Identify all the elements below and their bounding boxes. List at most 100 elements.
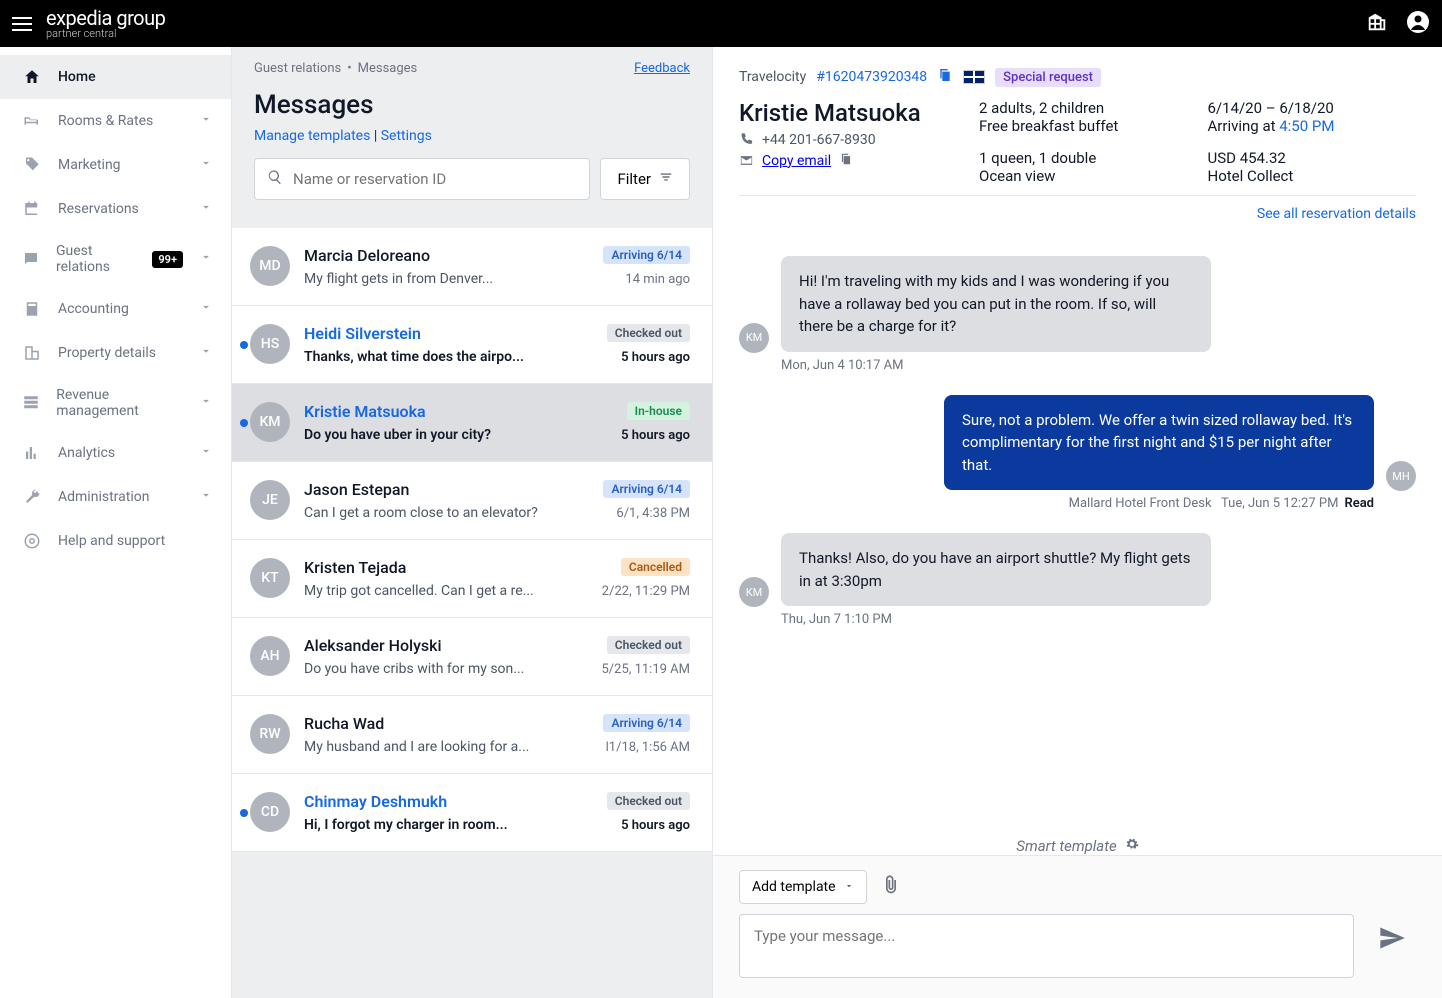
compose-input[interactable] [739,914,1354,978]
chevron-down-icon [844,879,854,895]
filter-button[interactable]: Filter [600,158,690,200]
chevron-down-icon [199,156,213,174]
wrench-icon [22,487,42,507]
conversation-preview: Hi, I forgot my charger in room... [304,817,611,833]
attachment-icon[interactable] [881,875,901,899]
conversation-time: 5 hours ago [621,350,690,365]
message-list-panel: Guest relations•Messages Feedback Messag… [232,47,712,998]
conversation-item[interactable]: HSHeidi SilversteinChecked outThanks, wh… [232,306,712,384]
page-title: Messages [254,90,690,120]
property-icon [22,343,42,363]
conversation-detail-panel: Travelocity #1620473920348 Special reque… [712,47,1442,998]
property-icon[interactable] [1366,11,1388,37]
badge-count: 99+ [152,251,183,268]
conversation-item[interactable]: JEJason EstepanArriving 6/14Can I get a … [232,462,712,540]
sidebar-item-administration[interactable]: Administration [0,475,231,519]
message-meta: Mon, Jun 4 10:17 AM [781,358,1211,373]
sidebar-item-reservations[interactable]: Reservations [0,187,231,231]
sidebar-item-rooms-rates[interactable]: Rooms & Rates [0,99,231,143]
sidebar: Home Rooms & Rates Marketing Reservation… [0,47,232,998]
feedback-link[interactable]: Feedback [634,61,690,76]
conversation-item[interactable]: CDChinmay DeshmukhChecked outHi, I forgo… [232,774,712,852]
message-bubble: Hi! I'm traveling with my kids and I was… [781,256,1211,352]
avatar: KM [250,402,290,442]
sidebar-item-label: Property details [58,345,156,361]
gear-icon[interactable] [1125,837,1139,855]
uk-flag-icon [963,70,985,84]
conversation-time: 14 min ago [625,272,690,287]
calculator-icon [22,299,42,319]
sidebar-item-home[interactable]: Home [0,55,231,99]
settings-link[interactable]: Settings [381,128,432,144]
sidebar-item-property-details[interactable]: Property details [0,331,231,375]
send-button[interactable] [1368,914,1416,966]
search-input-wrapper[interactable] [254,158,590,200]
chat-icon [22,249,40,269]
message-meta: Mallard Hotel Front Desk Tue, Jun 5 12:2… [944,496,1374,511]
avatar: MH [1386,461,1416,491]
sidebar-item-label: Revenue management [56,387,183,419]
conversation-name: Aleksander Holyski [304,636,442,655]
conversation-time: 5/25, 11:19 AM [602,662,691,677]
conversation-item[interactable]: MDMarcia DeloreanoArriving 6/14My flight… [232,228,712,306]
menu-icon[interactable] [12,17,32,31]
chevron-down-icon [199,250,213,268]
chevron-down-icon [199,444,213,462]
conversation-name: Rucha Wad [304,714,384,733]
conversation-name: Kristie Matsuoka [304,402,426,421]
conversation-item[interactable]: RWRucha WadArriving 6/14My husband and I… [232,696,712,774]
sidebar-item-label: Accounting [58,301,129,317]
sidebar-item-help[interactable]: Help and support [0,519,231,563]
analytics-icon [22,443,42,463]
status-badge: Arriving 6/14 [603,714,690,732]
conversation-time: 5 hours ago [621,818,690,833]
conversation-preview: Do you have uber in your city? [304,427,611,443]
search-input[interactable] [293,170,577,188]
help-icon [22,531,42,551]
sidebar-item-revenue[interactable]: Revenue management [0,375,231,431]
guest-name: Kristie Matsuoka [739,99,959,128]
conversation-time: 2/22, 11:29 PM [602,584,690,599]
bed-config: 1 queen, 1 double [979,149,1188,167]
conversation-name: Marcia Deloreano [304,246,430,265]
avatar: RW [250,714,290,754]
conversation-item[interactable]: AHAleksander HolyskiChecked outDo you ha… [232,618,712,696]
conversation-preview: Can I get a room close to an elevator? [304,505,606,521]
copy-id-icon[interactable] [937,67,953,87]
avatar: CD [250,792,290,832]
special-request-badge: Special request [995,68,1101,87]
sidebar-item-analytics[interactable]: Analytics [0,431,231,475]
manage-templates-link[interactable]: Manage templates [254,128,370,144]
reservation-id-link[interactable]: #1620473920348 [816,69,927,85]
add-template-button[interactable]: Add template [739,870,867,904]
sidebar-item-label: Analytics [58,445,115,461]
arriving-at: Arriving at 4:50 PM [1208,117,1417,135]
sidebar-item-guest-relations[interactable]: Guest relations 99+ [0,231,231,287]
tag-icon [22,155,42,175]
compose-area: Add template [713,855,1442,998]
sidebar-item-marketing[interactable]: Marketing [0,143,231,187]
message-bubble: Thanks! Also, do you have an airport shu… [781,533,1211,606]
bed-icon [22,111,42,131]
revenue-icon [22,393,40,413]
message-meta: Thu, Jun 7 1:10 PM [781,612,1211,627]
chevron-down-icon [199,394,213,412]
conversation-preview: My trip got cancelled. Can I get a re... [304,583,592,599]
sidebar-item-label: Home [58,69,96,85]
sidebar-item-accounting[interactable]: Accounting [0,287,231,331]
see-all-reservation-link[interactable]: See all reservation details [1257,206,1416,222]
chevron-down-icon [199,488,213,506]
breadcrumb: Guest relations•Messages [254,61,417,76]
copy-email-row[interactable]: Copy email [739,152,959,170]
message-row: KMHi! I'm traveling with my kids and I w… [739,256,1416,373]
header-links: Manage templates | Settings [254,128,690,144]
account-icon[interactable] [1406,10,1430,38]
avatar: KM [739,577,769,607]
conversation-preview: My flight gets in from Denver... [304,271,615,287]
conversation-item[interactable]: KTKristen TejadaCancelledMy trip got can… [232,540,712,618]
phone-row: +44 201-667-8930 [739,132,959,148]
conversation-name: Chinmay Deshmukh [304,792,447,811]
message-bubble: Sure, not a problem. We offer a twin siz… [944,395,1374,491]
conversation-item[interactable]: KMKristie MatsuokaIn-houseDo you have ub… [232,384,712,462]
status-badge: Checked out [607,636,690,654]
